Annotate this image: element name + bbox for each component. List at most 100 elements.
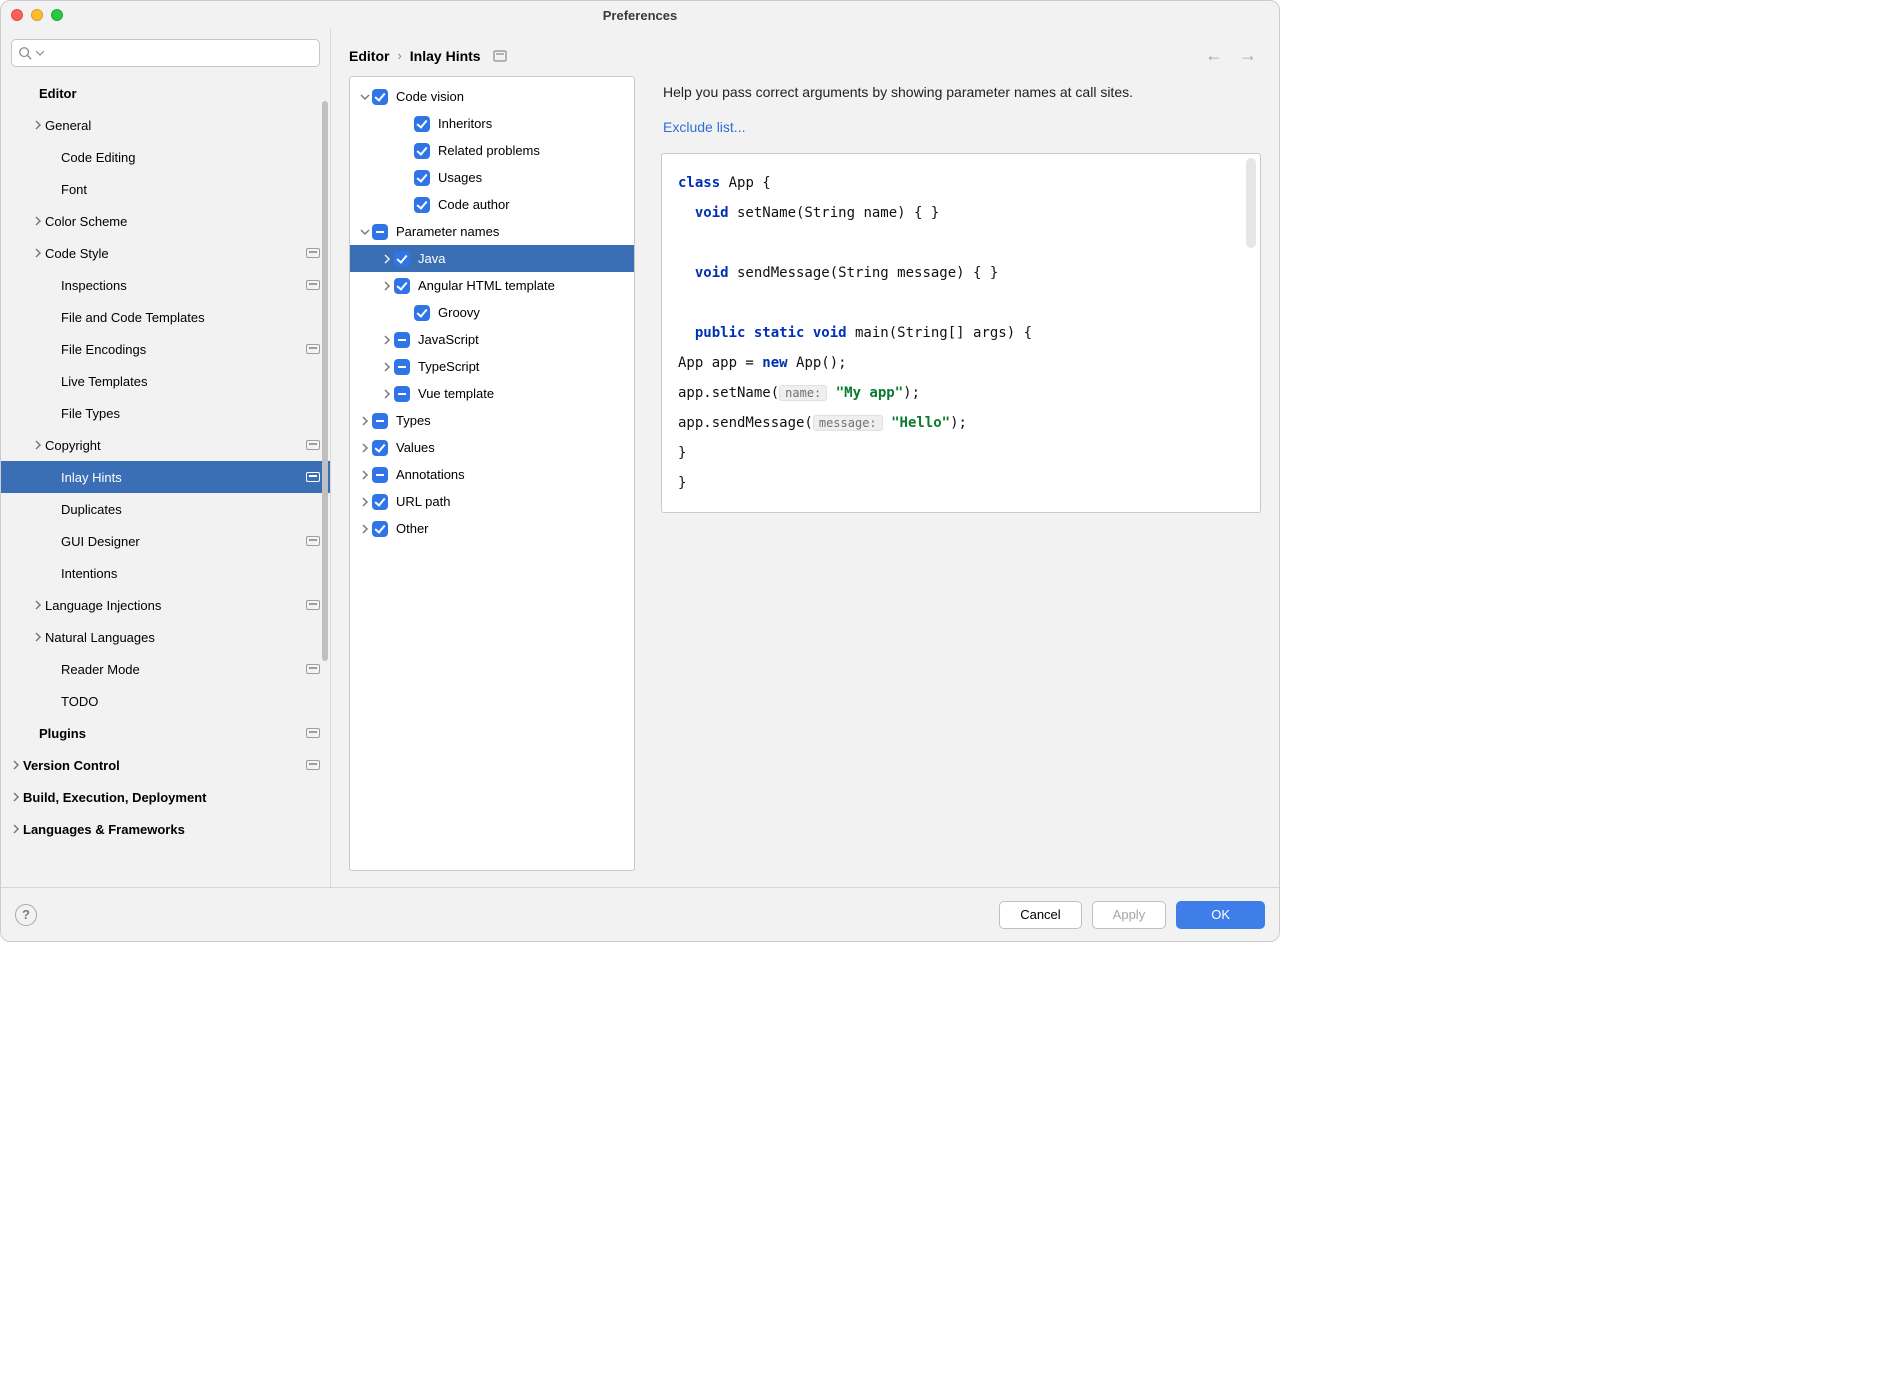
sidebar-item-duplicates[interactable]: Duplicates (1, 493, 330, 525)
hint-item-javascript[interactable]: JavaScript (350, 326, 634, 353)
sidebar-item-color-scheme[interactable]: Color Scheme (1, 205, 330, 237)
nav-forward-button[interactable]: → (1235, 45, 1261, 66)
nav-back-button[interactable]: ← (1201, 45, 1227, 66)
checkbox[interactable] (394, 278, 410, 294)
sidebar-item-general[interactable]: General (1, 109, 330, 141)
sidebar-item-label: Duplicates (61, 502, 122, 517)
sidebar-item-label: General (45, 118, 91, 133)
breadcrumb-b[interactable]: Inlay Hints (410, 48, 481, 64)
scope-badge-icon (306, 472, 320, 482)
checkbox[interactable] (372, 521, 388, 537)
checkbox[interactable] (414, 305, 430, 321)
apply-button[interactable]: Apply (1092, 901, 1167, 929)
sidebar-item-file-encodings[interactable]: File Encodings (1, 333, 330, 365)
sidebar-item-label: File Types (61, 406, 120, 421)
sidebar-item-intentions[interactable]: Intentions (1, 557, 330, 589)
sidebar-item-inlay-hints[interactable]: Inlay Hints (1, 461, 330, 493)
checkbox[interactable] (394, 386, 410, 402)
search-input[interactable] (48, 46, 313, 61)
checkbox[interactable] (414, 197, 430, 213)
sidebar-item-copyright[interactable]: Copyright (1, 429, 330, 461)
checkbox[interactable] (414, 143, 430, 159)
exclude-list-link[interactable]: Exclude list... (661, 119, 1261, 153)
sidebar-item-editor[interactable]: Editor (1, 77, 330, 109)
hint-item-parameter-names[interactable]: Parameter names (350, 218, 634, 245)
sidebar-item-gui-designer[interactable]: GUI Designer (1, 525, 330, 557)
hint-item-usages[interactable]: Usages (350, 164, 634, 191)
hint-item-vue-template[interactable]: Vue template (350, 380, 634, 407)
hint-item-other[interactable]: Other (350, 515, 634, 542)
sidebar-item-todo[interactable]: TODO (1, 685, 330, 717)
sidebar-item-live-templates[interactable]: Live Templates (1, 365, 330, 397)
hint-item-label: Parameter names (396, 224, 499, 239)
help-button[interactable]: ? (15, 904, 37, 926)
sidebar-item-inspections[interactable]: Inspections (1, 269, 330, 301)
sidebar-item-version-control[interactable]: Version Control (1, 749, 330, 781)
checkbox[interactable] (414, 170, 430, 186)
expand-arrow-icon (31, 632, 45, 642)
search-field[interactable] (11, 39, 320, 67)
checkbox[interactable] (394, 359, 410, 375)
hint-item-code-author[interactable]: Code author (350, 191, 634, 218)
sidebar-item-reader-mode[interactable]: Reader Mode (1, 653, 330, 685)
sidebar-item-label: Inspections (61, 278, 127, 293)
hints-tree[interactable]: Code visionInheritorsRelated problems Usa… (350, 77, 634, 870)
search-icon (18, 46, 32, 60)
expand-arrow-icon (358, 227, 372, 237)
expand-arrow-icon (31, 600, 45, 610)
checkbox[interactable] (372, 494, 388, 510)
hint-item-inheritors[interactable]: Inheritors (350, 110, 634, 137)
sidebar-item-languages-frameworks[interactable]: Languages & Frameworks (1, 813, 330, 845)
scope-badge-icon (306, 536, 320, 546)
hint-item-values[interactable]: Values (350, 434, 634, 461)
sidebar-item-font[interactable]: Font (1, 173, 330, 205)
sidebar-item-label: Color Scheme (45, 214, 127, 229)
hint-item-code-vision[interactable]: Code vision (350, 83, 634, 110)
checkbox[interactable] (372, 224, 388, 240)
sidebar-item-label: Live Templates (61, 374, 147, 389)
cancel-button[interactable]: Cancel (999, 901, 1081, 929)
breadcrumb-a[interactable]: Editor (349, 48, 389, 64)
expand-arrow-icon (9, 792, 23, 802)
checkbox[interactable] (372, 467, 388, 483)
sidebar-item-label: Copyright (45, 438, 101, 453)
expand-arrow-icon (31, 216, 45, 226)
sidebar-item-language-injections[interactable]: Language Injections (1, 589, 330, 621)
checkbox[interactable] (372, 89, 388, 105)
expand-arrow-icon (380, 281, 394, 291)
sidebar-item-code-editing[interactable]: Code Editing (1, 141, 330, 173)
hint-item-related-problems[interactable]: Related problems (350, 137, 634, 164)
checkbox[interactable] (394, 251, 410, 267)
checkbox[interactable] (414, 116, 430, 132)
hint-item-url-path[interactable]: URL path (350, 488, 634, 515)
expand-arrow-icon (358, 443, 372, 453)
checkbox[interactable] (394, 332, 410, 348)
hint-item-typescript[interactable]: TypeScript (350, 353, 634, 380)
scope-badge-icon (306, 664, 320, 674)
sidebar-item-file-types[interactable]: File Types (1, 397, 330, 429)
hint-item-types[interactable]: Types (350, 407, 634, 434)
expand-arrow-icon (9, 760, 23, 770)
hint-item-label: Usages (438, 170, 482, 185)
hint-item-java[interactable]: Java (350, 245, 634, 272)
sidebar-tree[interactable]: Editor General Code EditingFont Color Schem… (1, 77, 330, 887)
ok-button[interactable]: OK (1176, 901, 1265, 929)
hints-tree-panel: Code visionInheritorsRelated problems Usa… (349, 76, 635, 871)
hint-item-groovy[interactable]: Groovy (350, 299, 634, 326)
sidebar-item-label: Languages & Frameworks (23, 822, 185, 837)
sidebar-item-build-execution-deployment[interactable]: Build, Execution, Deployment (1, 781, 330, 813)
hint-item-annotations[interactable]: Annotations (350, 461, 634, 488)
sidebar-item-code-style[interactable]: Code Style (1, 237, 330, 269)
sidebar-item-natural-languages[interactable]: Natural Languages (1, 621, 330, 653)
inlay-hint-name: name: (779, 385, 827, 401)
detail-panel: Help you pass correct arguments by showi… (661, 76, 1261, 871)
checkbox[interactable] (372, 413, 388, 429)
hint-item-angular-html-template[interactable]: Angular HTML template (350, 272, 634, 299)
expand-arrow-icon (31, 120, 45, 130)
sidebar-item-label: Code Style (45, 246, 109, 261)
sidebar-item-file-and-code-templates[interactable]: File and Code Templates (1, 301, 330, 333)
sidebar-item-plugins[interactable]: Plugins (1, 717, 330, 749)
sidebar-item-label: File Encodings (61, 342, 146, 357)
checkbox[interactable] (372, 440, 388, 456)
sidebar-item-label: GUI Designer (61, 534, 140, 549)
